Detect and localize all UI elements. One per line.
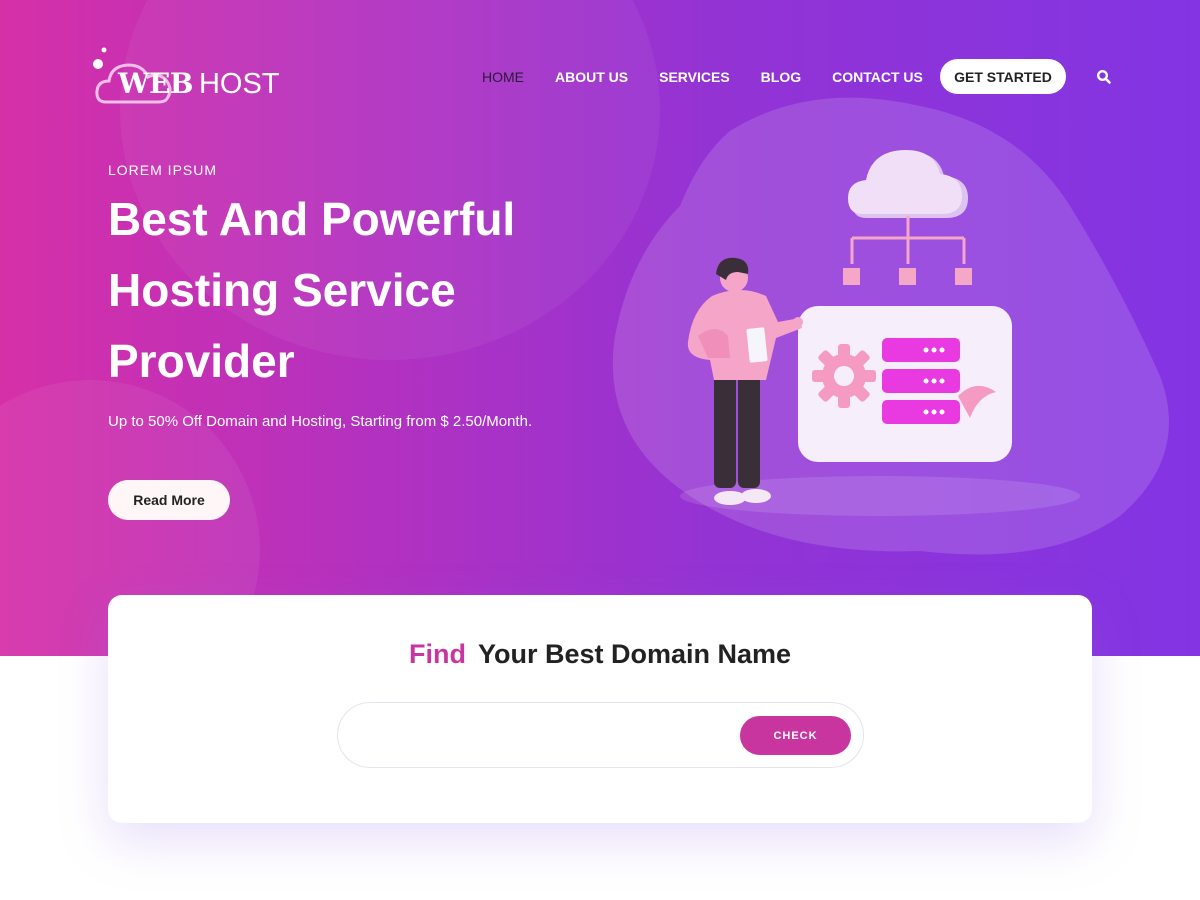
- nav-contact-us[interactable]: CONTACT US: [832, 69, 923, 85]
- check-button[interactable]: CHECK: [740, 716, 851, 755]
- nav-services[interactable]: SERVICES: [659, 69, 730, 85]
- logo-host-text: HOST: [198, 68, 280, 100]
- domain-title-text: Your Best Domain Name: [477, 639, 792, 669]
- read-more-button[interactable]: Read More: [108, 480, 230, 520]
- hosting-illustration: [612, 97, 1169, 555]
- domain-input[interactable]: [362, 723, 722, 749]
- headline-line: Hosting Service: [108, 264, 456, 316]
- headline-line: Provider: [108, 335, 295, 387]
- hero-subline: Up to 50% Off Domain and Hosting, Starti…: [108, 413, 533, 430]
- hero-section: WEB HOST HOME ABOUT US SERVICES BLOG CONT…: [0, 0, 1200, 656]
- network-node: [899, 268, 916, 285]
- logo-web-text: WEB: [118, 67, 193, 100]
- nav-about-us[interactable]: ABOUT US: [555, 69, 628, 85]
- domain-title-accent: Find: [408, 639, 466, 669]
- headline-line: Best And Powerful: [108, 193, 516, 245]
- domain-title: Find Your Best Domain Name: [108, 639, 1092, 670]
- logo[interactable]: WEB HOST: [88, 44, 288, 108]
- nav-home[interactable]: HOME: [482, 69, 524, 85]
- domain-search-card: Find Your Best Domain Name CHECK: [108, 595, 1092, 823]
- network-node: [843, 268, 860, 285]
- search-icon[interactable]: [1096, 69, 1112, 85]
- network-node: [955, 268, 972, 285]
- domain-search-bar: CHECK: [337, 702, 864, 768]
- gear-icon: [812, 344, 876, 408]
- nav-blog[interactable]: BLOG: [761, 69, 801, 85]
- hero-headline: Best And Powerful Hosting Service Provid…: [108, 184, 588, 397]
- get-started-button[interactable]: GET STARTED: [940, 59, 1066, 94]
- hero-kicker: LOREM IPSUM: [108, 162, 218, 178]
- main-nav: HOME ABOUT US SERVICES BLOG CONTACT US: [482, 66, 954, 88]
